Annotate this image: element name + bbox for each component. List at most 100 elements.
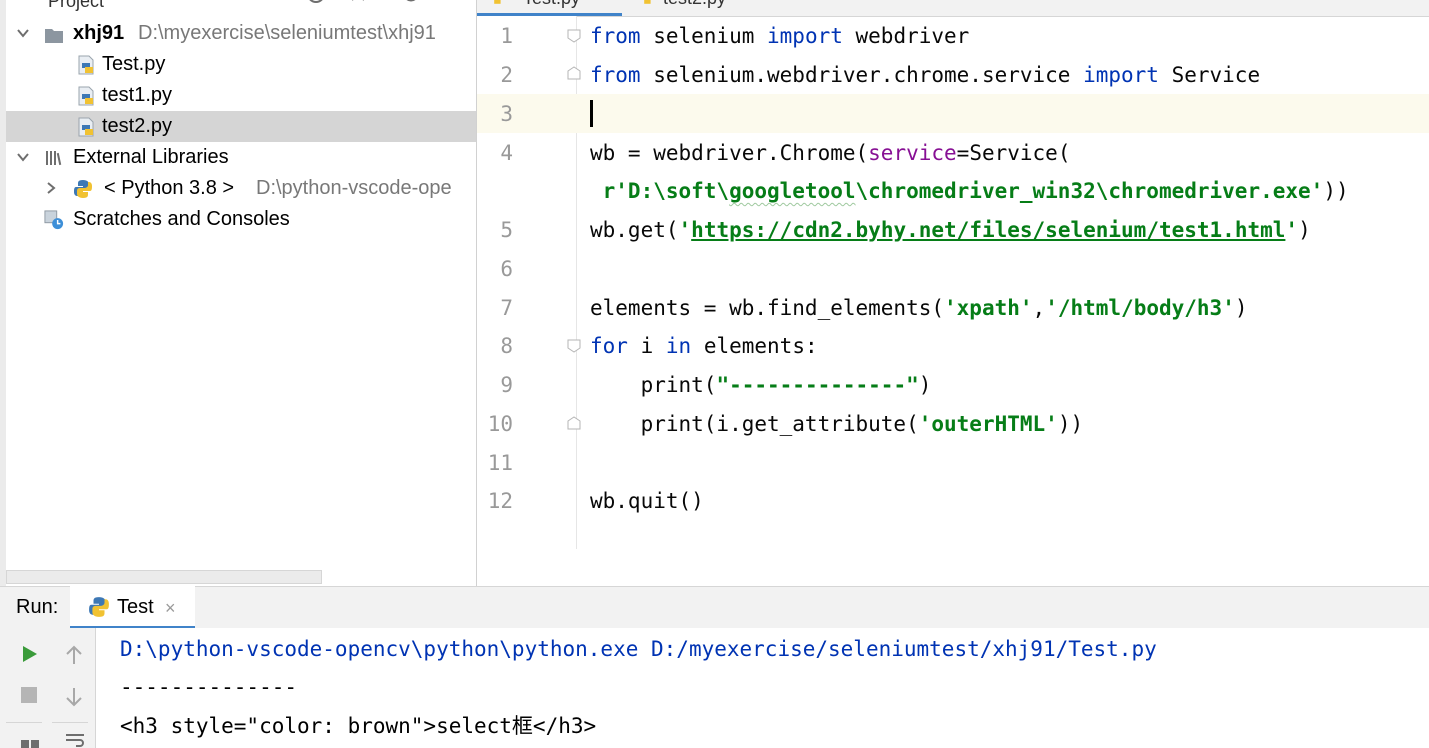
python-file-icon — [78, 117, 94, 137]
folder-icon — [45, 29, 63, 43]
code-text: ) — [1298, 218, 1311, 242]
tree-item-external-libraries[interactable]: External Libraries — [6, 142, 476, 173]
line-number: 11 — [487, 451, 513, 475]
string-literal: 'xpath' — [944, 296, 1033, 320]
code-text: ) — [918, 373, 932, 397]
horizontal-scrollbar[interactable] — [6, 570, 322, 584]
console-line-command: D:\python-vscode-opencv\python\python.ex… — [120, 637, 1157, 661]
stop-icon[interactable] — [20, 686, 38, 704]
fold-start-icon[interactable] — [567, 29, 581, 43]
keyword: from — [590, 24, 641, 48]
scratches-icon — [44, 210, 64, 230]
code-text: wb.quit() — [590, 489, 704, 513]
code-line-8: for i in elements: — [590, 327, 818, 366]
line-number: 6 — [500, 257, 513, 281]
tree-item-test2-py[interactable]: test2.py — [6, 111, 476, 142]
gear-icon[interactable] — [400, 0, 422, 8]
url-link[interactable]: https://cdn2.byhy.net/files/selenium/tes… — [691, 218, 1285, 242]
tab-test2-py[interactable]: test2.py — [663, 0, 726, 9]
tree-item-test-py[interactable]: Test.py — [6, 49, 476, 80]
line-number: 7 — [500, 296, 513, 320]
tree-item-label: test2.py — [102, 115, 173, 137]
code-text: elements = wb.find_elements( — [590, 296, 945, 320]
string-literal: \chromedriver_win32\chromedriver.exe' — [855, 179, 1324, 203]
code-text: , — [1032, 296, 1046, 320]
tree-item-label: External Libraries — [73, 146, 229, 168]
code-line-5: wb.get( 'https://cdn2.byhy.net/files/sele… — [590, 211, 1311, 250]
arrow-down-icon[interactable] — [64, 686, 84, 708]
code-text: =Service( — [956, 141, 1071, 165]
code-text: print(i.get_attribute( — [590, 412, 919, 436]
tree-item-path: D:\python-vscode-ope — [256, 177, 452, 199]
line-number: 1 — [500, 24, 513, 48]
string-literal: "--------------" — [716, 373, 919, 397]
arrow-up-icon[interactable] — [64, 644, 84, 666]
tree-item-test1-py[interactable]: test1.py — [6, 80, 476, 111]
line-number: 12 — [487, 489, 513, 513]
locate-icon[interactable] — [306, 0, 326, 8]
keyword: for — [590, 334, 628, 358]
tree-item-python-sdk[interactable]: < Python 3.8 > D:\python-vscode-ope — [6, 173, 476, 204]
code-text: )) — [1323, 179, 1349, 203]
close-icon[interactable]: × — [165, 598, 176, 619]
line-number: 3 — [500, 102, 513, 126]
line-number: 8 — [500, 334, 513, 358]
chevron-right-icon[interactable] — [44, 181, 58, 195]
keyword: in — [665, 334, 692, 358]
collapse-icon[interactable] — [348, 0, 368, 8]
line-number: 4 — [500, 141, 513, 165]
code-line-9: print("--------------") — [590, 366, 932, 405]
toolbar-divider — [6, 722, 42, 723]
code-text: i — [627, 334, 666, 358]
keyword: import — [767, 24, 843, 48]
chevron-down-icon[interactable] — [16, 150, 30, 164]
code-text: ) — [1234, 296, 1248, 320]
code-line-1: from selenium import webdriver — [590, 17, 969, 56]
tree-item-label: xhj91 — [73, 22, 125, 44]
run-icon[interactable] — [20, 644, 40, 664]
line-number: 10 — [487, 412, 513, 436]
code-text: wb.get( — [590, 218, 679, 242]
string-literal-typo: googletool — [729, 179, 856, 203]
code-text: Service — [1158, 63, 1261, 87]
tree-item-path: D:\myexercise\seleniumtest\xhj91 — [138, 22, 436, 44]
tree-item-label: Scratches and Consoles — [73, 208, 290, 230]
keyword: import — [1083, 63, 1159, 87]
tab-test-py[interactable]: Test.py — [523, 0, 580, 9]
string-literal: '/html/body/h3' — [1045, 296, 1235, 320]
chevron-down-icon[interactable] — [16, 26, 30, 40]
soft-wrap-icon[interactable] — [64, 732, 86, 748]
code-line-7: elements = wb.find_elements('xpath','/ht… — [590, 289, 1248, 328]
string-literal: r'D:\soft\ — [590, 179, 730, 203]
parameter-name: service — [868, 141, 957, 165]
line-number: 2 — [500, 63, 513, 87]
text-caret — [590, 100, 593, 127]
library-icon — [46, 151, 62, 166]
string-literal: ' — [1285, 218, 1299, 242]
code-text: selenium — [640, 24, 768, 48]
code-line-12: wb.quit() — [590, 482, 704, 521]
tab-python-icon — [637, 0, 653, 9]
line-number: 5 — [500, 218, 513, 242]
fold-end-icon[interactable] — [567, 66, 581, 80]
code-text: selenium.webdriver.chrome.service — [640, 63, 1084, 87]
code-line-2: from selenium.webdriver.chrome.service i… — [590, 56, 1260, 95]
run-tab-label: Test — [117, 596, 154, 618]
console-line-output: -------------- — [120, 675, 298, 699]
string-literal: 'outerHTML' — [918, 412, 1058, 436]
tree-item-project-root[interactable]: xhj91 D:\myexercise\seleniumtest\xhj91 — [6, 18, 476, 49]
fold-end-icon[interactable] — [567, 416, 581, 430]
layout-icon[interactable] — [20, 738, 40, 748]
code-line-4-wrapped: r'D:\soft\googletool\chromedriver_win32\… — [590, 172, 1349, 211]
code-text: webdriver — [842, 24, 970, 48]
run-toolbar — [0, 628, 96, 748]
tree-item-scratches[interactable]: Scratches and Consoles — [6, 204, 476, 235]
code-text: elements: — [691, 334, 818, 358]
line-number: 9 — [500, 373, 513, 397]
python-icon — [74, 180, 92, 198]
python-icon — [89, 597, 109, 617]
fold-start-icon[interactable] — [567, 339, 581, 353]
code-line-4: wb = webdriver.Chrome(service=Service( — [590, 134, 1070, 173]
code-line-10: print(i.get_attribute('outerHTML')) — [590, 405, 1084, 444]
project-panel-title: Project — [48, 0, 105, 11]
